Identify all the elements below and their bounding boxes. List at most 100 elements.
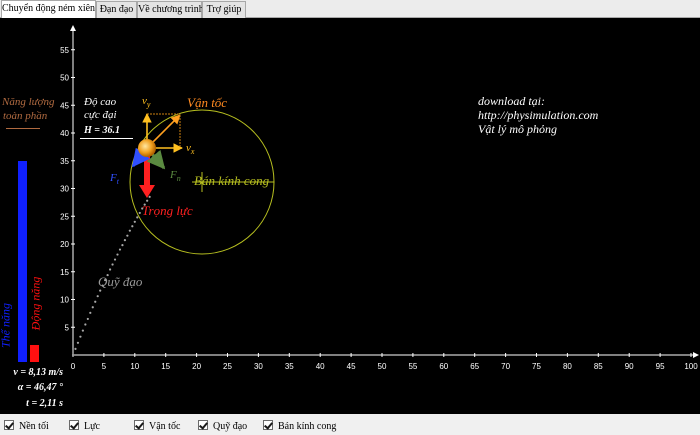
trajectory-dot — [113, 258, 117, 261]
gravity-label: Trọng lực — [142, 203, 193, 218]
y-tick-label: 5 — [65, 323, 70, 332]
checkbox-box[interactable] — [198, 420, 208, 430]
y-tick-label: 25 — [60, 212, 69, 221]
trajectory-dot — [91, 306, 94, 309]
trajectory-dot — [76, 341, 80, 344]
tab-dan-dao[interactable]: Đạn đạo — [96, 1, 137, 18]
normal-force-label: Fn — [170, 169, 181, 184]
trajectory-dot — [126, 234, 129, 237]
x-tick-label: 55 — [408, 362, 417, 371]
trajectory-label: Quỹ đạo — [98, 274, 143, 289]
trajectory-dot — [133, 220, 136, 223]
projectile-ball[interactable] — [138, 139, 156, 157]
velocity-label: Vận tốc — [187, 95, 228, 110]
x-tick-label: 60 — [439, 362, 448, 371]
trajectory-dot — [84, 323, 87, 326]
trajectory-dot — [108, 268, 112, 271]
x-tick-label: 5 — [102, 362, 107, 371]
tab-tro-giup[interactable]: Trợ giúp — [202, 1, 246, 18]
max-height-line — [80, 138, 133, 139]
trajectory-dot — [131, 225, 134, 228]
trajectory-dot — [116, 253, 119, 256]
x-tick-label: 100 — [684, 362, 698, 371]
options-bar: Nền tối Lực Vận tốc Quỹ đạo Bán kính con… — [0, 414, 700, 435]
total-energy-line — [6, 128, 40, 129]
y-tick-label: 10 — [60, 296, 69, 305]
y-tick-label: 50 — [60, 74, 69, 83]
axes: 0 5 10 15 20 25 30 35 40 45 50 55 60 65 70 75 80 85 90 95 10… — [60, 25, 699, 371]
trajectory-dot — [74, 347, 77, 350]
y-tick-label: 20 — [60, 240, 69, 249]
trajectory-dot — [79, 335, 82, 338]
x-tick-label: 90 — [625, 362, 634, 371]
x-tick-label: 35 — [285, 362, 294, 371]
x-tick-label: 75 — [532, 362, 541, 371]
tab-chuyen-dong-nem-xien[interactable]: Chuyển động ném xiên — [1, 0, 96, 19]
trajectory-dot — [148, 195, 151, 198]
total-energy-label-2: toàn phần — [3, 110, 48, 122]
checkbox-velocity[interactable]: Vận tốc — [134, 420, 180, 432]
x-tick-label: 40 — [316, 362, 325, 371]
kinetic-energy-bar — [30, 345, 39, 362]
kinetic-energy-label: Động năng — [28, 276, 43, 331]
trajectory-dot — [118, 248, 122, 251]
x-tick-label: 85 — [594, 362, 603, 371]
max-height-value: H = 36.1 — [84, 125, 120, 136]
velocity-readout: v = 8,13 m/s — [13, 367, 63, 378]
trajectory-dot — [138, 211, 141, 215]
x-tick-label: 80 — [563, 362, 572, 371]
x-tick-label: 70 — [501, 362, 510, 371]
y-tick-label: 45 — [60, 101, 69, 110]
tangent-force-label: Ft — [110, 172, 119, 187]
trajectory-dot — [86, 317, 89, 321]
checkbox-box[interactable] — [4, 420, 14, 430]
checkbox-box[interactable] — [134, 420, 144, 430]
trajectory-dot — [89, 311, 92, 314]
checkbox-trajectory[interactable]: Quỹ đạo — [198, 420, 247, 432]
tab-bar: Chuyển động ném xiên Đạn đạo Về chương t… — [0, 0, 700, 19]
download-link[interactable]: http://physimulation.com — [478, 108, 598, 123]
trajectory-dot — [136, 216, 139, 219]
trajectory-dot — [71, 353, 75, 357]
x-tick-label: 45 — [347, 362, 356, 371]
simulation-graph: 0 5 10 15 20 25 30 35 40 45 50 55 60 65 70 75 80 85 90 95 10… — [60, 25, 699, 371]
vx-label: vx — [186, 142, 195, 157]
x-tick-label: 30 — [254, 362, 263, 371]
y-tick-label: 40 — [60, 129, 69, 138]
trajectory-dot — [128, 229, 131, 232]
x-tick-label: 25 — [223, 362, 232, 371]
trajectory-dot — [81, 329, 84, 332]
x-tick-label: 0 — [71, 362, 76, 371]
x-tick-label: 20 — [192, 362, 201, 371]
max-height-title-2: cực đại — [84, 109, 117, 121]
checkbox-curvature-radius[interactable]: Bán kính cong — [263, 420, 336, 432]
angle-readout: α = 46,47 ° — [17, 382, 63, 393]
y-tick-label: 30 — [60, 185, 69, 194]
trajectory-dot — [111, 263, 114, 266]
x-tick-label: 95 — [656, 362, 665, 371]
download-line-1: download tại: — [478, 94, 546, 108]
download-line-3: Vật lý mô phỏng — [478, 122, 557, 136]
checkbox-box[interactable] — [263, 420, 273, 430]
simulation-canvas[interactable]: 0 5 10 15 20 25 30 35 40 45 50 55 60 65 70 75 80 85 90 95 10… — [0, 18, 700, 414]
total-energy-label-1: Năng lượng — [2, 96, 55, 108]
checkbox-forces[interactable]: Lực — [69, 420, 100, 432]
trajectory-dot — [146, 199, 149, 202]
y-tick-label: 35 — [60, 157, 69, 166]
potential-energy-bar — [18, 161, 27, 362]
x-tick-label: 65 — [470, 362, 479, 371]
x-tick-label: 50 — [378, 362, 387, 371]
trajectory-dot — [94, 300, 97, 303]
trajectory-dot — [96, 295, 99, 298]
vy-label: vy — [142, 95, 151, 110]
curvature-radius-label: Bán kính cong — [194, 173, 270, 188]
checkbox-dark-background[interactable]: Nền tối — [4, 420, 49, 432]
trajectory-dot — [123, 239, 127, 242]
trajectory-dot — [121, 244, 124, 247]
checkbox-box[interactable] — [69, 420, 79, 430]
max-height-title-1: Độ cao — [84, 96, 117, 108]
x-tick-label: 15 — [161, 362, 170, 371]
tab-ve-chuong-trinh[interactable]: Về chương trình — [137, 1, 204, 18]
x-tick-label: 10 — [130, 362, 139, 371]
y-tick-label: 15 — [60, 268, 69, 277]
